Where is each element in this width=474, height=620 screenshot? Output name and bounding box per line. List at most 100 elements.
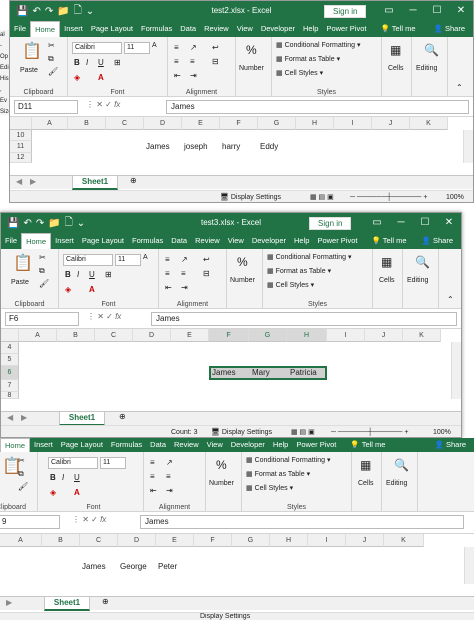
cut-icon[interactable]: ✂ [18, 456, 25, 465]
customize-toolbar-icon[interactable]: ⌄ [86, 6, 94, 17]
copy-icon[interactable]: ⧉ [18, 469, 24, 479]
tell-me-search[interactable]: 💡 Tell me [367, 233, 410, 249]
display-settings[interactable]: 🖥 Display Settings [220, 191, 281, 202]
sign-in-button[interactable]: Sign in [324, 5, 367, 18]
number-label[interactable]: Number [209, 480, 234, 487]
scroll-sheets-right-icon[interactable]: ▶ [30, 177, 36, 186]
percent-icon[interactable]: % [216, 458, 227, 472]
increase-indent-icon[interactable]: ⇥ [181, 283, 188, 292]
fill-color-icon[interactable]: ◈ [74, 73, 80, 82]
fill-color-icon[interactable]: ◈ [65, 285, 71, 294]
underline-icon[interactable]: U [98, 58, 104, 67]
tab-page-layout[interactable]: Page Layout [78, 233, 128, 249]
add-sheet-icon[interactable]: ⊕ [119, 412, 126, 421]
ribbon-display-options-icon[interactable]: ▭ [377, 1, 401, 21]
open-icon[interactable]: 📁 [57, 6, 69, 17]
tab-data[interactable]: Data [167, 233, 191, 249]
tab-home[interactable]: Home [0, 438, 31, 452]
sign-in-button[interactable]: Sign in [309, 217, 352, 230]
tab-review[interactable]: Review [170, 438, 203, 452]
align-center-icon[interactable]: ≡ [181, 269, 186, 278]
name-box[interactable]: D11 [14, 100, 78, 114]
tab-home[interactable]: Home [30, 21, 61, 37]
column-header[interactable]: C [80, 534, 118, 547]
tell-me-search[interactable]: 💡 Tell me [346, 438, 389, 452]
cell-h6[interactable]: Patricia [288, 368, 317, 377]
new-file-icon[interactable]: 🗋 [65, 215, 73, 232]
scroll-sheets-right-icon[interactable]: ▶ [21, 413, 27, 422]
row-header[interactable]: 7 [1, 380, 19, 392]
redo-icon[interactable]: ↷ [45, 6, 53, 17]
editing-label[interactable]: Editing [416, 65, 437, 72]
cell-f11[interactable]: harry [220, 142, 240, 151]
font-color-icon[interactable]: A [74, 488, 80, 497]
tab-help[interactable]: Help [269, 438, 292, 452]
search-icon[interactable]: 🔍 [394, 458, 409, 472]
column-header[interactable]: J [365, 329, 403, 342]
merge-center-icon[interactable]: ⊟ [212, 57, 219, 66]
bold-icon[interactable]: B [74, 58, 80, 67]
copy-icon[interactable]: ⧉ [39, 266, 45, 276]
percent-icon[interactable]: % [237, 255, 248, 269]
borders-icon[interactable]: ⊞ [105, 270, 112, 279]
align-left-icon[interactable]: ≡ [165, 269, 170, 278]
column-header[interactable]: G [249, 329, 287, 342]
percent-icon[interactable]: % [246, 43, 257, 57]
select-all-corner[interactable] [1, 329, 19, 342]
redo-icon[interactable]: ↷ [36, 218, 44, 229]
column-header[interactable]: C [106, 117, 144, 130]
tab-file[interactable]: File [1, 233, 21, 249]
undo-icon[interactable]: ↶ [32, 6, 40, 17]
column-header[interactable]: F [194, 534, 232, 547]
wrap-text-icon[interactable]: ↩ [203, 255, 210, 264]
tab-power-pivot[interactable]: Power Pivot [292, 438, 340, 452]
wrap-text-icon[interactable]: ↩ [212, 43, 219, 52]
scroll-sheets-right-icon[interactable]: ▶ [6, 598, 12, 607]
number-label[interactable]: Number [239, 65, 264, 72]
sheet-tab[interactable]: Sheet1 [44, 597, 90, 611]
zoom-level[interactable]: 100% [433, 426, 451, 437]
cell-e[interactable]: Peter [156, 562, 177, 571]
align-left-icon[interactable]: ≡ [150, 472, 155, 481]
font-color-icon[interactable]: A [98, 73, 104, 82]
save-icon[interactable]: 💾 [16, 6, 28, 17]
new-file-icon[interactable]: 🗋 [74, 3, 82, 20]
sheet-tab[interactable]: Sheet1 [59, 412, 105, 426]
tab-data[interactable]: Data [146, 438, 170, 452]
decrease-indent-icon[interactable]: ⇤ [165, 283, 172, 292]
tab-formulas[interactable]: Formulas [137, 21, 176, 37]
search-icon[interactable]: 🔍 [424, 43, 439, 57]
increase-font-icon[interactable]: A [152, 42, 157, 49]
close-icon[interactable]: ✕ [437, 213, 461, 233]
add-sheet-icon[interactable]: ⊕ [130, 176, 137, 185]
column-header[interactable]: J [346, 534, 384, 547]
cells-label[interactable]: Cells [379, 277, 395, 284]
maximize-icon[interactable]: ☐ [425, 1, 449, 21]
column-header[interactable]: F [209, 329, 249, 342]
cells-icon[interactable]: ▦ [381, 255, 392, 269]
share-button[interactable]: 👤 Share [422, 233, 453, 249]
cells-icon[interactable]: ▦ [360, 458, 371, 472]
column-header[interactable]: A [32, 117, 68, 130]
share-button[interactable]: 👤 Share [435, 438, 466, 452]
bold-icon[interactable]: B [50, 473, 56, 482]
row-header[interactable]: 4 [1, 342, 19, 354]
format-painter-icon[interactable]: 🖌 [48, 67, 58, 76]
tab-home[interactable]: Home [21, 233, 52, 249]
font-name-select[interactable]: Calibri [72, 42, 122, 54]
column-header[interactable]: G [258, 117, 296, 130]
column-header[interactable]: E [156, 534, 194, 547]
tab-insert[interactable]: Insert [30, 438, 57, 452]
tab-review[interactable]: Review [191, 233, 224, 249]
increase-font-icon[interactable]: A [143, 254, 148, 261]
column-header[interactable]: K [403, 329, 441, 342]
tab-developer[interactable]: Developer [227, 438, 269, 452]
cell-e11[interactable]: joseph [182, 142, 208, 151]
paste-icon[interactable]: 📋 [22, 41, 42, 61]
tell-me-search[interactable]: 💡 Tell me [376, 21, 419, 37]
column-header[interactable]: B [57, 329, 95, 342]
cut-icon[interactable]: ✂ [39, 253, 46, 262]
tab-power-pivot[interactable]: Power Pivot [313, 233, 361, 249]
bold-icon[interactable]: B [65, 270, 71, 279]
column-header[interactable]: K [384, 534, 424, 547]
